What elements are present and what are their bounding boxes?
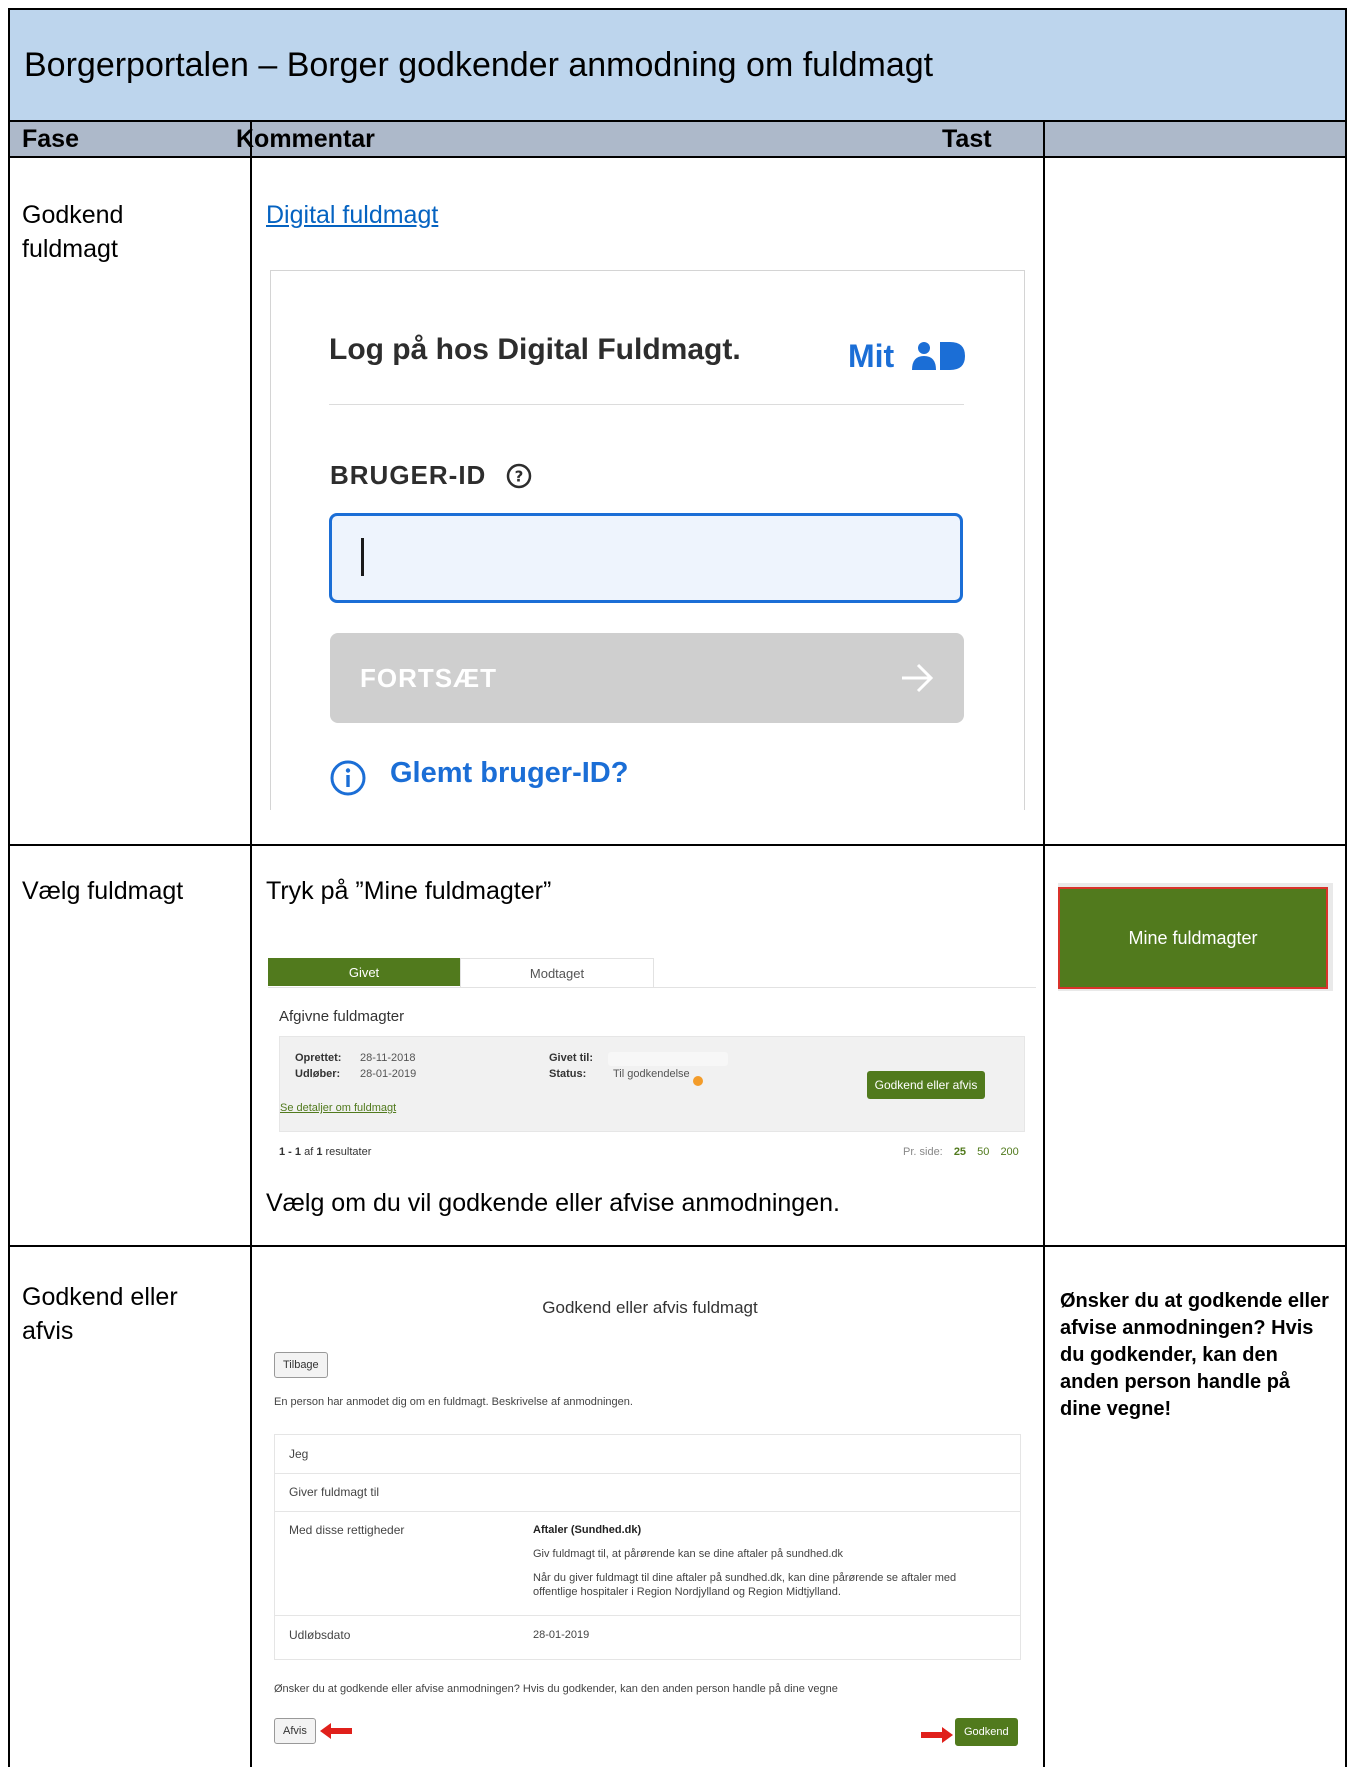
login-title: Log på hos Digital Fuldmagt. xyxy=(329,333,741,366)
header-tast: Tast xyxy=(942,125,992,153)
digital-fuldmagt-link[interactable]: Digital fuldmagt xyxy=(266,198,438,232)
udloeber-label: Udløber: xyxy=(295,1068,341,1080)
udloeb-label: Udløbsdato xyxy=(289,1628,351,1642)
status-value: Til godkendelse xyxy=(613,1068,690,1080)
per-page-selector: Pr. side: 25 50 200 xyxy=(903,1146,1019,1158)
results-count: 1 - 1 af 1 resultater xyxy=(279,1146,371,1158)
per-page-label: Pr. side: xyxy=(903,1146,943,1158)
choose-note: Vælg om du vil godkende eller afvise anm… xyxy=(266,1189,840,1217)
tab-modtaget[interactable]: Modtaget xyxy=(460,958,654,987)
givet-til-label: Givet til: xyxy=(549,1052,594,1064)
tast-warning-text: Ønsker du at godkende eller afvise anmod… xyxy=(1060,1290,1329,1420)
column-divider-2 xyxy=(1043,120,1045,1767)
header-fase: Fase xyxy=(22,125,79,153)
phase-label-3: Godkend eller afvis xyxy=(22,1283,178,1345)
details-link[interactable]: Se detaljer om fuldmagt xyxy=(279,1102,396,1114)
mitid-logo: Mit xyxy=(848,336,966,376)
jeg-label: Jeg xyxy=(289,1447,309,1461)
results-of: af xyxy=(304,1146,314,1158)
giver-label: Giver fuldmagt til xyxy=(289,1485,380,1499)
table-header-row: Fase Kommentar Tast xyxy=(8,120,1347,158)
back-button[interactable]: Tilbage xyxy=(274,1352,328,1378)
rettighed-line-1: Giv fuldmagt til, at pårørende kan se di… xyxy=(533,1548,844,1560)
request-description: En person har anmodet dig om en fuldmagt… xyxy=(274,1396,633,1408)
phase-label-1: Godkend fuldmagt xyxy=(22,201,124,263)
phase-label-2: Vælg fuldmagt xyxy=(22,877,184,905)
rettighed-line-3: offentlige hospitaler i Region Nordjylla… xyxy=(533,1586,841,1598)
header-kommentar: Kommentar xyxy=(236,125,375,153)
svg-text:?: ? xyxy=(515,468,524,486)
instruction-text: Tryk på ”Mine fuldmagter” xyxy=(266,877,552,905)
row-divider-1 xyxy=(8,844,1347,846)
section-title: Afgivne fuldmagter xyxy=(279,1008,405,1025)
continue-button-label: FORTSÆT xyxy=(360,662,497,693)
arrow-right-icon xyxy=(902,663,934,693)
tab-givet[interactable]: Givet xyxy=(268,958,460,986)
table-row: Udløbsdato 28-01-2019 xyxy=(275,1615,1020,1655)
continue-button[interactable]: FORTSÆT xyxy=(330,633,964,723)
table-row: Med disse rettigheder Aftaler (Sundhed.d… xyxy=(275,1511,1020,1616)
red-arrow-icon xyxy=(320,1723,352,1739)
results-total: 1 xyxy=(316,1146,323,1158)
rettigheder-label: Med disse rettigheder xyxy=(289,1523,405,1537)
forgot-user-id-link[interactable]: Glemt bruger-ID? xyxy=(390,757,628,790)
givet-til-redacted xyxy=(608,1052,728,1066)
approve-button[interactable]: Godkend xyxy=(955,1718,1018,1746)
user-id-input[interactable] xyxy=(329,513,963,603)
document-title-text: Borgerportalen – Borger godkender anmodn… xyxy=(24,45,934,84)
oprettet-label: Oprettet: xyxy=(295,1052,342,1064)
red-arrow-icon xyxy=(921,1727,953,1743)
udloeber-value: 28-01-2019 xyxy=(360,1068,417,1080)
reject-button[interactable]: Afvis xyxy=(274,1718,316,1744)
rettighed-title: Aftaler (Sundhed.dk) xyxy=(533,1524,642,1536)
request-detail-table: Jeg Giver fuldmagt til Med disse rettigh… xyxy=(274,1434,1021,1660)
user-id-label: BRUGER-ID xyxy=(330,460,487,490)
question-text: Ønsker du at godkende eller afvise anmod… xyxy=(274,1683,838,1695)
row-divider-2 xyxy=(8,1245,1347,1247)
help-icon[interactable]: ? xyxy=(505,462,533,490)
udloeb-value: 28-01-2019 xyxy=(533,1629,590,1641)
rettighed-line-2: Når du giver fuldmagt til dine aftaler p… xyxy=(533,1572,957,1584)
status-label: Status: xyxy=(549,1068,587,1080)
login-divider xyxy=(329,404,964,405)
results-range: 1 - 1 xyxy=(279,1146,302,1158)
info-icon xyxy=(330,760,366,796)
mitid-person-icon xyxy=(912,342,965,370)
table-row: Jeg xyxy=(275,1435,1020,1474)
per-page-25[interactable]: 25 xyxy=(954,1146,966,1158)
mitid-logo-text: Mit xyxy=(848,338,895,374)
document-title: Borgerportalen – Borger godkender anmodn… xyxy=(8,8,1347,122)
table-border-left xyxy=(8,120,10,1767)
mine-fuldmagter-button[interactable]: Mine fuldmagter xyxy=(1058,887,1328,989)
table-border-right xyxy=(1345,120,1347,1767)
text-caret xyxy=(361,538,364,576)
column-divider-1 xyxy=(250,120,252,1767)
status-dot-icon xyxy=(693,1076,703,1086)
results-suffix: resultater xyxy=(325,1146,372,1158)
fuldmagt-tabs: Givet Modtaget xyxy=(268,958,1036,988)
oprettet-value: 28-11-2018 xyxy=(360,1052,416,1064)
approve-or-reject-button[interactable]: Godkend eller afvis xyxy=(867,1071,985,1099)
per-page-200[interactable]: 200 xyxy=(1000,1146,1018,1158)
modal-title: Godkend eller afvis fuldmagt xyxy=(542,1298,758,1317)
table-row: Giver fuldmagt til xyxy=(275,1473,1020,1512)
per-page-50[interactable]: 50 xyxy=(977,1146,989,1158)
